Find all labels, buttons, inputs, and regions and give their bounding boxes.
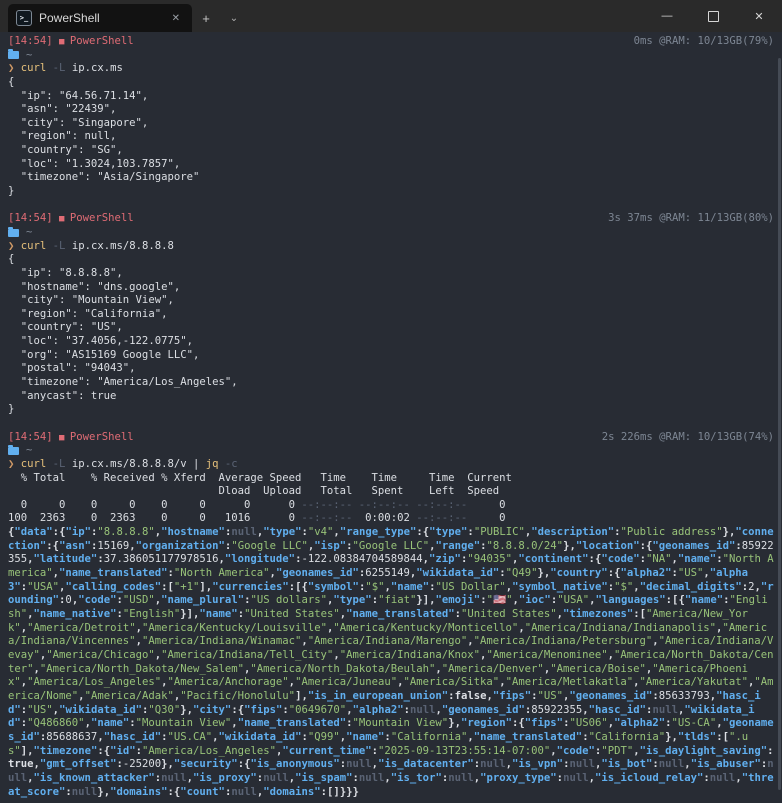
output-line: "country": "SG",	[8, 144, 774, 158]
block-header: [14:54] ■ PowerShell 3s 37ms @RAM: 11/13G…	[8, 212, 774, 226]
folder-icon	[8, 229, 19, 237]
prompt-block: [14:54] ■ PowerShell 0ms @RAM: 10/13GB(79…	[8, 35, 774, 199]
timestamp: [14:54]	[8, 212, 59, 224]
powershell-tab[interactable]: >_ PowerShell ✕	[8, 4, 192, 32]
output-line: "city": "Singapore",	[8, 117, 774, 131]
output-line: "hostname": "dns.google",	[8, 281, 774, 295]
minimize-button[interactable]: —	[644, 0, 690, 32]
output-line: }	[8, 403, 774, 417]
new-tab-button[interactable]: +	[192, 4, 220, 32]
scrollbar[interactable]	[778, 58, 781, 790]
cwd-line: ~	[8, 444, 774, 458]
prompt-block: [14:54] ■ PowerShell 2s 226ms @RAM: 10/13…	[8, 431, 774, 800]
block-header-left: [14:54] ■ PowerShell	[8, 431, 134, 445]
titlebar-drag-area	[248, 0, 644, 32]
output-line: "org": "AS15169 Google LLC",	[8, 349, 774, 363]
prompt-block: [14:54] ■ PowerShell 3s 37ms @RAM: 11/13G…	[8, 212, 774, 417]
close-icon: ✕	[754, 10, 763, 23]
terminal-content[interactable]: [14:54] ■ PowerShell 0ms @RAM: 10/13GB(79…	[0, 32, 782, 803]
output-line: {	[8, 253, 774, 267]
cwd-line: ~	[8, 49, 774, 63]
plus-icon: +	[202, 11, 210, 26]
output-line: % Total % Received % Xferd Average Speed…	[8, 472, 774, 486]
output-line: {	[8, 76, 774, 90]
output-line: "asn": "22439",	[8, 103, 774, 117]
block-header-left: [14:54] ■ PowerShell	[8, 212, 134, 226]
minimize-icon: —	[662, 10, 673, 22]
output-line: "region": null,	[8, 130, 774, 144]
duration-ram-stats: 3s 37ms @RAM: 11/13GB(80%)	[608, 212, 774, 226]
maximize-icon	[708, 11, 719, 22]
output-line: 0 0 0 0 0 0 0 0 --:--:-- --:--:-- --:--:…	[8, 499, 774, 513]
output-line: "city": "Mountain View",	[8, 294, 774, 308]
output-line: "anycast": true	[8, 390, 774, 404]
command-line: ❯ curl -L ip.cx.ms/8.8.8.8/v | jq -c	[8, 458, 774, 472]
output-line: "postal": "94043",	[8, 362, 774, 376]
output-line: }	[8, 185, 774, 199]
output-line: 100 2363 0 2363 0 0 1016 0 --:--:-- 0:00…	[8, 512, 774, 526]
output-line: "ip": "64.56.71.14",	[8, 90, 774, 104]
cwd-path: ~	[26, 226, 32, 240]
output-line: "timezone": "Asia/Singapore"	[8, 171, 774, 185]
shell-name: PowerShell	[70, 431, 134, 443]
folder-icon	[8, 447, 19, 455]
output-line: "loc": "37.4056,-122.0775",	[8, 335, 774, 349]
powershell-icon: >_	[16, 10, 32, 26]
cwd-path: ~	[26, 444, 32, 458]
block-header: [14:54] ■ PowerShell 2s 226ms @RAM: 10/13…	[8, 431, 774, 445]
shell-name: PowerShell	[70, 35, 134, 47]
duration-ram-stats: 2s 226ms @RAM: 10/13GB(74%)	[602, 431, 774, 445]
shell-icon: ■	[59, 433, 70, 443]
output-line: "loc": "1.3024,103.7857",	[8, 158, 774, 172]
maximize-button[interactable]	[690, 0, 736, 32]
output-line: "timezone": "America/Los_Angeles",	[8, 376, 774, 390]
command-line: ❯ curl -L ip.cx.ms	[8, 62, 774, 76]
cwd-path: ~	[26, 49, 32, 63]
tab-dropdown-button[interactable]: ⌄	[220, 4, 248, 32]
shell-icon: ■	[59, 37, 70, 47]
folder-icon	[8, 51, 19, 59]
shell-name: PowerShell	[70, 212, 134, 224]
output-line: Dload Upload Total Spent Left Speed	[8, 485, 774, 499]
close-button[interactable]: ✕	[736, 0, 782, 32]
timestamp: [14:54]	[8, 35, 59, 47]
chevron-down-icon: ⌄	[230, 13, 238, 24]
close-icon: ✕	[172, 13, 180, 24]
command-line: ❯ curl -L ip.cx.ms/8.8.8.8	[8, 240, 774, 254]
shell-icon: ■	[59, 214, 70, 224]
tab-close-button[interactable]: ✕	[168, 11, 184, 26]
block-header-left: [14:54] ■ PowerShell	[8, 35, 134, 49]
output-line: "country": "US",	[8, 321, 774, 335]
window-titlebar: >_ PowerShell ✕ + ⌄ — ✕	[0, 0, 782, 32]
duration-ram-stats: 0ms @RAM: 10/13GB(79%)	[634, 35, 774, 49]
block-header: [14:54] ■ PowerShell 0ms @RAM: 10/13GB(79…	[8, 35, 774, 49]
output-line: "region": "California",	[8, 308, 774, 322]
tab-title: PowerShell	[39, 11, 161, 25]
output-line: "ip": "8.8.8.8",	[8, 267, 774, 281]
cwd-line: ~	[8, 226, 774, 240]
timestamp: [14:54]	[8, 431, 59, 443]
jq-json-output: {"data":{"ip":"8.8.8.8","hostname":null,…	[8, 526, 774, 799]
